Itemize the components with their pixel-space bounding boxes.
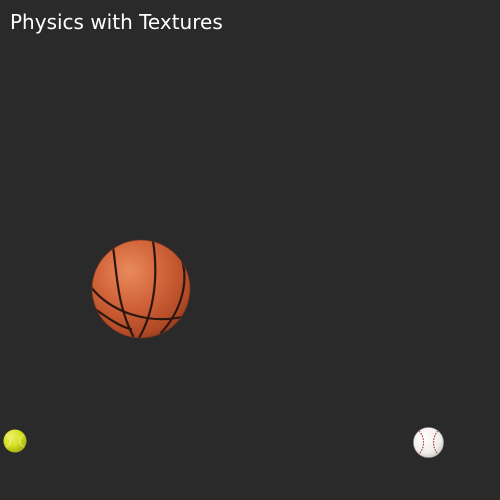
page-title: Physics with Textures — [10, 10, 223, 34]
baseball[interactable] — [413, 427, 444, 458]
physics-canvas[interactable]: Physics with Textures — [0, 0, 500, 500]
tennis-ball[interactable] — [3, 429, 27, 453]
basketball[interactable] — [91, 239, 191, 339]
